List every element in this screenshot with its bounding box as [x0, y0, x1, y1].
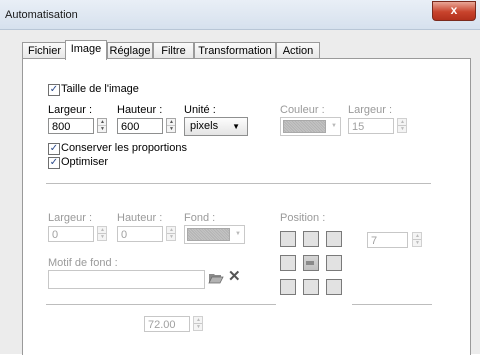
border-width-spinner[interactable]: ▲ ▼ [397, 118, 407, 133]
divider [352, 304, 432, 305]
chevron-down-icon: ▼ [232, 122, 240, 131]
position-top-center[interactable] [303, 231, 319, 247]
tab-filtre[interactable]: Filtre [153, 42, 194, 59]
folder-open-icon[interactable] [208, 270, 224, 286]
unit-value: pixels [190, 120, 219, 132]
title-bar: Automatisation x [0, 0, 480, 30]
canvas-height-field[interactable]: 0 [117, 226, 163, 242]
pattern-label: Motif de fond : [48, 257, 118, 269]
tab-image[interactable]: Image [65, 40, 107, 60]
position-field[interactable]: 7 [367, 232, 408, 248]
position-bottom-center[interactable] [303, 279, 319, 295]
canvas-height-spinner[interactable]: ▲ ▼ [166, 226, 176, 241]
optimize-label: Optimiser [61, 156, 109, 168]
position-spinner[interactable]: ▲ ▼ [412, 232, 422, 247]
background-color-picker[interactable]: ▼ [184, 225, 245, 244]
chevron-down-icon: ▼ [331, 123, 337, 129]
width-label: Largeur : [48, 104, 93, 116]
tab-fichier[interactable]: Fichier [22, 42, 67, 59]
color-label: Couleur : [280, 104, 325, 116]
unit-select[interactable]: pixels ▼ [184, 117, 248, 136]
unit-label: Unité : [184, 104, 216, 116]
position-middle-left[interactable] [280, 255, 296, 271]
width-spinner[interactable]: ▲ ▼ [97, 118, 107, 133]
position-center[interactable] [303, 255, 319, 271]
canvas-width-label: Largeur : [48, 212, 93, 224]
position-top-right[interactable] [326, 231, 342, 247]
image-size-checkbox[interactable]: ✓ [48, 84, 60, 96]
keep-proportions-label: Conserver les proportions [61, 142, 187, 154]
height-label: Hauteur : [117, 104, 163, 116]
position-bottom-right[interactable] [326, 279, 342, 295]
tab-action[interactable]: Action [276, 42, 320, 59]
close-icon[interactable]: ✕ [228, 269, 241, 285]
position-label: Position : [280, 212, 326, 224]
close-icon: x [450, 3, 458, 17]
color-picker[interactable]: ▼ [280, 117, 341, 136]
height-field[interactable]: 600 [117, 118, 163, 134]
tab-reglage[interactable]: Réglage [107, 42, 153, 59]
border-width-label: Largeur : [348, 104, 393, 116]
resolution-spinner[interactable]: ▲ ▼ [193, 316, 203, 331]
canvas-width-field[interactable]: 0 [48, 226, 94, 242]
divider [46, 183, 431, 184]
image-tab-panel [22, 58, 471, 355]
resolution-field[interactable]: 72.00 [144, 316, 190, 332]
chevron-down-icon: ▼ [235, 231, 241, 237]
position-bottom-left[interactable] [280, 279, 296, 295]
position-middle-right[interactable] [326, 255, 342, 271]
pattern-field[interactable] [48, 270, 205, 289]
close-button[interactable]: x [432, 1, 476, 21]
window-title: Automatisation [5, 9, 78, 21]
width-field[interactable]: 800 [48, 118, 94, 134]
border-width-field[interactable]: 15 [348, 118, 394, 134]
canvas-width-spinner[interactable]: ▲ ▼ [97, 226, 107, 241]
image-size-label: Taille de l'image [61, 83, 139, 95]
position-top-left[interactable] [280, 231, 296, 247]
keep-proportions-checkbox[interactable]: ✓ [48, 143, 60, 155]
background-label: Fond : [184, 212, 216, 224]
canvas-height-label: Hauteur : [117, 212, 163, 224]
optimize-checkbox[interactable]: ✓ [48, 157, 60, 169]
tab-transformation[interactable]: Transformation [194, 42, 276, 59]
divider [46, 304, 276, 305]
height-spinner[interactable]: ▲ ▼ [166, 118, 176, 133]
